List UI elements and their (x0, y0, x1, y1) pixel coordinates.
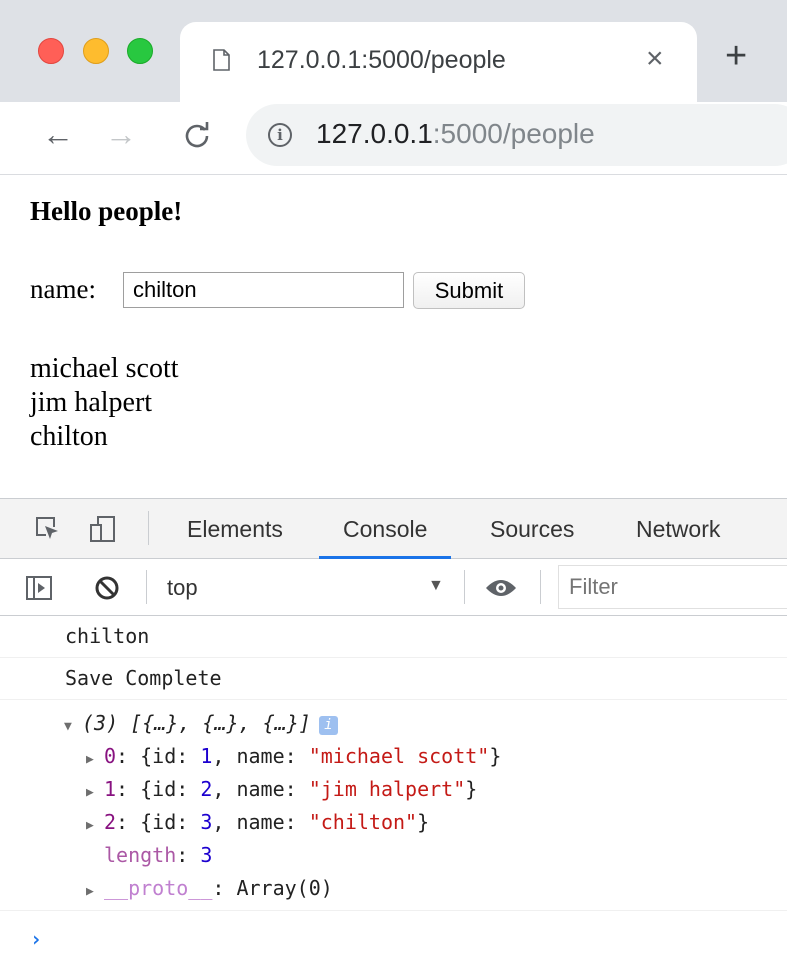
people-list: michael scott jim halpert chilton (30, 352, 179, 454)
close-tab-icon[interactable]: × (646, 42, 664, 76)
context-selector[interactable]: top (167, 575, 198, 601)
array-proto-row[interactable]: ▶ __proto__: Array(0) (86, 876, 333, 900)
page-content: Hello people! name: Submit michael scott… (0, 176, 787, 498)
filter-box (558, 565, 787, 609)
url-text[interactable]: 127.0.0.1:5000/people (316, 118, 595, 150)
collapsed-triangle-icon[interactable]: ▶ (86, 752, 104, 767)
url-host: 127.0.0.1 (316, 118, 433, 149)
eye-icon[interactable] (485, 578, 517, 598)
array-item-row[interactable]: ▶ 0: {id: 1, name: "michael scott"} (86, 744, 501, 768)
divider (540, 570, 541, 604)
array-item-row[interactable]: ▶ 2: {id: 3, name: "chilton"} (86, 810, 429, 834)
array-item-row[interactable]: ▶ 1: {id: 2, name: "jim halpert"} (86, 777, 477, 801)
tab-elements[interactable]: Elements (187, 516, 283, 543)
collapsed-triangle-icon[interactable]: ▶ (86, 884, 104, 899)
tab-console[interactable]: Console (319, 516, 452, 559)
devtools-tabbar: Elements Console Sources Network (0, 499, 787, 559)
list-item: chilton (30, 421, 108, 452)
collapsed-triangle-icon[interactable]: ▶ (86, 785, 104, 800)
item-index: 2 (104, 810, 117, 834)
browser-tab[interactable]: 127.0.0.1:5000/people × (180, 22, 697, 102)
back-arrow-icon[interactable]: ← (42, 114, 74, 154)
proto-value: Array(0) (236, 876, 333, 900)
array-summary[interactable]: ▼ (3) [{…}, {…}, {…}] i (64, 711, 338, 735)
array-length-row: length: 3 (104, 843, 213, 867)
divider (464, 570, 465, 604)
length-value: 3 (200, 843, 213, 867)
tab-sources[interactable]: Sources (490, 516, 574, 543)
array-summary-text: (3) [{…}, {…}, {…}] (82, 711, 311, 735)
item-name: "michael scott" (308, 744, 490, 768)
item-id: 1 (200, 744, 213, 768)
info-icon[interactable]: i (268, 123, 292, 147)
document-icon (213, 49, 230, 71)
length-key: length (104, 843, 177, 867)
console-toolbar: top ▼ (0, 559, 787, 616)
tab-network[interactable]: Network (636, 516, 720, 543)
console-prompt-icon[interactable]: › (30, 927, 42, 951)
devtools-panel: Elements Console Sources Network top ▼ F… (0, 498, 787, 972)
name-input[interactable] (123, 272, 404, 308)
item-name: "jim halpert" (308, 777, 466, 801)
divider (146, 570, 147, 604)
console-output: chilton Save Complete ▼ (3) [{…}, {…}, {…… (0, 616, 787, 972)
dropdown-arrow-icon[interactable]: ▼ (428, 577, 444, 595)
tab-title: 127.0.0.1:5000/people (257, 46, 506, 74)
console-message: chilton (0, 616, 787, 658)
close-window-button[interactable] (38, 38, 64, 64)
item-name: "chilton" (308, 810, 418, 834)
browser-titlebar: 127.0.0.1:5000/people × + (0, 0, 787, 102)
minimize-window-button[interactable] (83, 38, 109, 64)
maximize-window-button[interactable] (127, 38, 153, 64)
filter-input[interactable] (569, 570, 787, 604)
browser-toolbar: ← → i 127.0.0.1:5000/people (0, 102, 787, 175)
page-title: Hello people! (30, 196, 183, 226)
url-path: :5000/people (432, 118, 595, 149)
collapsed-triangle-icon[interactable]: ▶ (86, 818, 104, 833)
item-id: 3 (200, 810, 213, 834)
reload-icon[interactable] (184, 122, 210, 148)
new-tab-button[interactable]: + (725, 37, 747, 75)
address-bar[interactable]: i 127.0.0.1:5000/people (246, 104, 787, 166)
clear-console-icon[interactable] (94, 575, 120, 601)
forward-arrow-icon[interactable]: → (105, 114, 137, 154)
device-toolbar-icon[interactable] (88, 515, 118, 543)
sidebar-toggle-icon[interactable] (26, 576, 52, 600)
log-text: chilton (65, 624, 150, 648)
item-index: 1 (104, 777, 117, 801)
info-badge-icon[interactable]: i (318, 716, 338, 735)
item-index: 0 (104, 744, 117, 768)
divider (148, 511, 149, 545)
inspect-element-icon[interactable] (34, 515, 60, 541)
submit-button[interactable]: Submit (413, 272, 525, 309)
proto-key: __proto__ (104, 876, 213, 900)
divider (0, 910, 787, 911)
name-label: name: (30, 274, 96, 304)
expanded-triangle-icon[interactable]: ▼ (64, 719, 82, 734)
list-item: jim halpert (30, 387, 153, 418)
list-item: michael scott (30, 353, 179, 384)
console-message: Save Complete (0, 658, 787, 700)
item-id: 2 (200, 777, 213, 801)
log-text: Save Complete (65, 666, 222, 690)
